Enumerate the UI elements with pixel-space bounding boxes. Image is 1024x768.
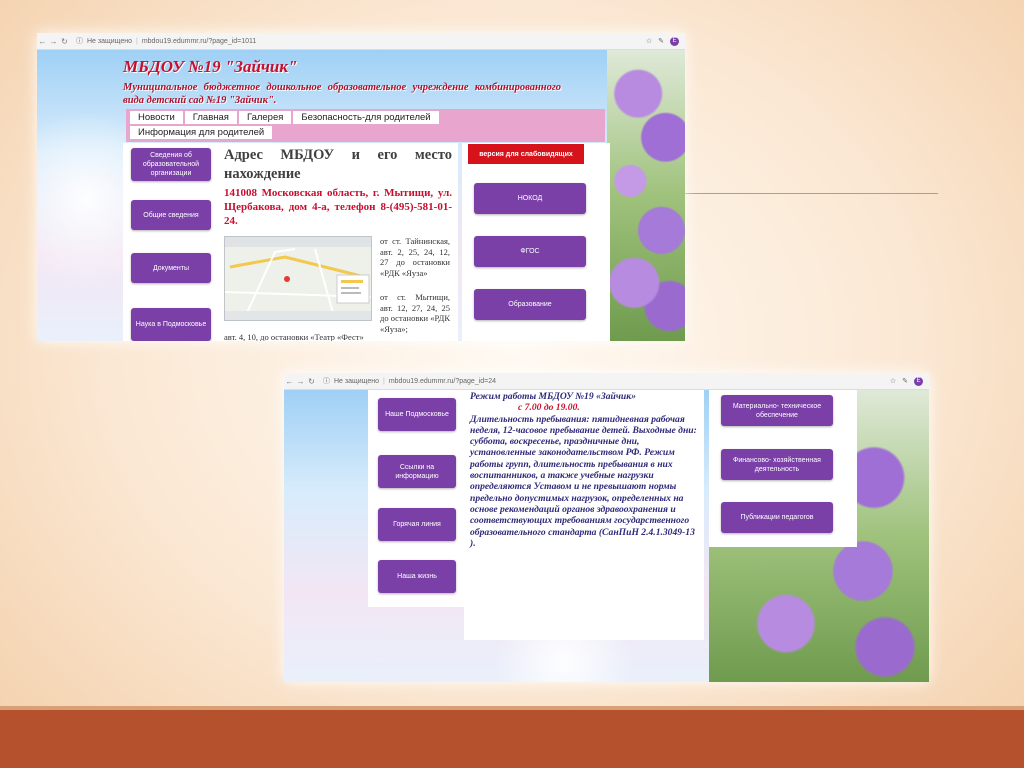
menu-button-hotline[interactable]: Горячая линия: [378, 508, 456, 541]
reload-icon[interactable]: ↻: [59, 37, 70, 46]
pencil-icon[interactable]: ✎: [902, 377, 908, 385]
bottom-bar: [0, 710, 1024, 768]
browser-actions: ☆ ✎ Е: [646, 36, 685, 46]
nav-item-safety[interactable]: Безопасность-для родителей: [293, 111, 439, 124]
directions-mytischi: от ст. Мытищи, авт. 12, 27, 24, 25 до ос…: [380, 292, 450, 334]
address-bar[interactable]: ⓘ Не защищено | mbdou19.edummr.ru/?page_…: [323, 376, 496, 386]
menu-button-material-support[interactable]: Материально- техническое обеспечение: [721, 395, 833, 426]
profile-avatar[interactable]: Е: [914, 376, 923, 386]
site-subtitle: Муниципальное бюджетное дошкольное образ…: [123, 82, 561, 106]
directions-theatre: авт. 4, 10, до остановки «Театр «Фест»: [224, 332, 364, 341]
menu-button-education[interactable]: Образование: [474, 289, 586, 320]
url-text: mbdou19.edummr.ru/?page_id=1011: [141, 37, 257, 45]
url-text: mbdou19.edummr.ru/?page_id=24: [388, 377, 497, 385]
menu-button-financial-activity[interactable]: Финансово- хозяйственная деятельность: [721, 449, 833, 480]
address-text: 141008 Московская область, г. Мытищи, ул…: [224, 187, 452, 227]
pencil-icon[interactable]: ✎: [658, 37, 664, 45]
reload-icon[interactable]: ↻: [306, 377, 317, 386]
menu-button-teacher-publications[interactable]: Публикации педагогов: [721, 502, 833, 533]
nav-item-home[interactable]: Главная: [184, 111, 237, 124]
back-icon[interactable]: ←: [37, 37, 48, 46]
forward-icon[interactable]: →: [48, 37, 59, 46]
directions-tainsinskaya: от ст. Тайнинская, авт. 2, 25, 24, 12, 2…: [380, 236, 450, 278]
nav-item-parents-info[interactable]: Информация для родителей: [130, 126, 273, 139]
screenshot-address-page: ← → ↻ ⓘ Не защищено | mbdou19.edummr.ru/…: [37, 33, 685, 341]
flowers-image: [607, 50, 685, 341]
menu-button-our-region[interactable]: Наше Подмосковье: [378, 398, 456, 431]
bookmark-star-icon[interactable]: ☆: [646, 37, 652, 45]
security-label: Не защищено: [334, 377, 379, 385]
menu-button-org-info[interactable]: Сведения об образовательной организации: [131, 148, 211, 181]
browser-toolbar: ← → ↻ ⓘ Не защищено | mbdou19.edummr.ru/…: [284, 373, 929, 390]
menu-button-science[interactable]: Наука в Подмосковье: [131, 308, 211, 341]
nav-item-news[interactable]: Новости: [130, 111, 183, 124]
top-navigation: Новости Главная Галерея Безопасность-для…: [126, 109, 605, 142]
site-title: МБДОУ №19 "Зайчик": [123, 57, 298, 76]
nav-item-gallery[interactable]: Галерея: [238, 111, 292, 124]
url-separator: |: [383, 377, 385, 385]
menu-button-nokod[interactable]: НОКОД: [474, 183, 586, 214]
menu-button-info-links[interactable]: Ссылки на информацию: [378, 455, 456, 488]
screenshot-schedule-page: ← → ↻ ⓘ Не защищено | mbdou19.edummr.ru/…: [284, 373, 929, 682]
map-image: [225, 237, 371, 320]
address-bar[interactable]: ⓘ Не защищено | mbdou19.edummr.ru/?page_…: [76, 36, 256, 46]
browser-actions: ☆ ✎ Е: [890, 376, 929, 386]
schedule-text: Режим работы МБДОУ №19 «Зайчик» с 7.00 д…: [470, 391, 700, 549]
url-separator: |: [136, 37, 138, 45]
menu-button-general-info[interactable]: Общие сведения: [131, 200, 211, 230]
location-map[interactable]: [224, 236, 372, 321]
address-heading: Адрес МБДОУ и его место нахождение: [224, 147, 452, 182]
schedule-hours: с 7.00 до 19.00.: [518, 402, 580, 414]
forward-icon[interactable]: →: [295, 377, 306, 386]
decorative-line: [684, 193, 938, 194]
info-icon: ⓘ: [76, 38, 83, 45]
menu-button-fgos[interactable]: ФГОС: [474, 236, 586, 267]
browser-toolbar: ← → ↻ ⓘ Не защищено | mbdou19.edummr.ru/…: [37, 33, 685, 50]
menu-button-documents[interactable]: Документы: [131, 253, 211, 283]
schedule-body: Длительность пребывания: пятидневная раб…: [470, 413, 697, 549]
info-icon: ⓘ: [323, 378, 330, 385]
menu-button-our-life[interactable]: Наша жизнь: [378, 560, 456, 593]
profile-avatar[interactable]: Е: [670, 36, 679, 46]
bookmark-star-icon[interactable]: ☆: [890, 377, 896, 385]
schedule-title: Режим работы МБДОУ №19 «Зайчик»: [470, 391, 636, 402]
back-icon[interactable]: ←: [284, 377, 295, 386]
security-label: Не защищено: [87, 37, 132, 45]
accessible-version-button[interactable]: версия для слабовидящих: [468, 144, 584, 164]
